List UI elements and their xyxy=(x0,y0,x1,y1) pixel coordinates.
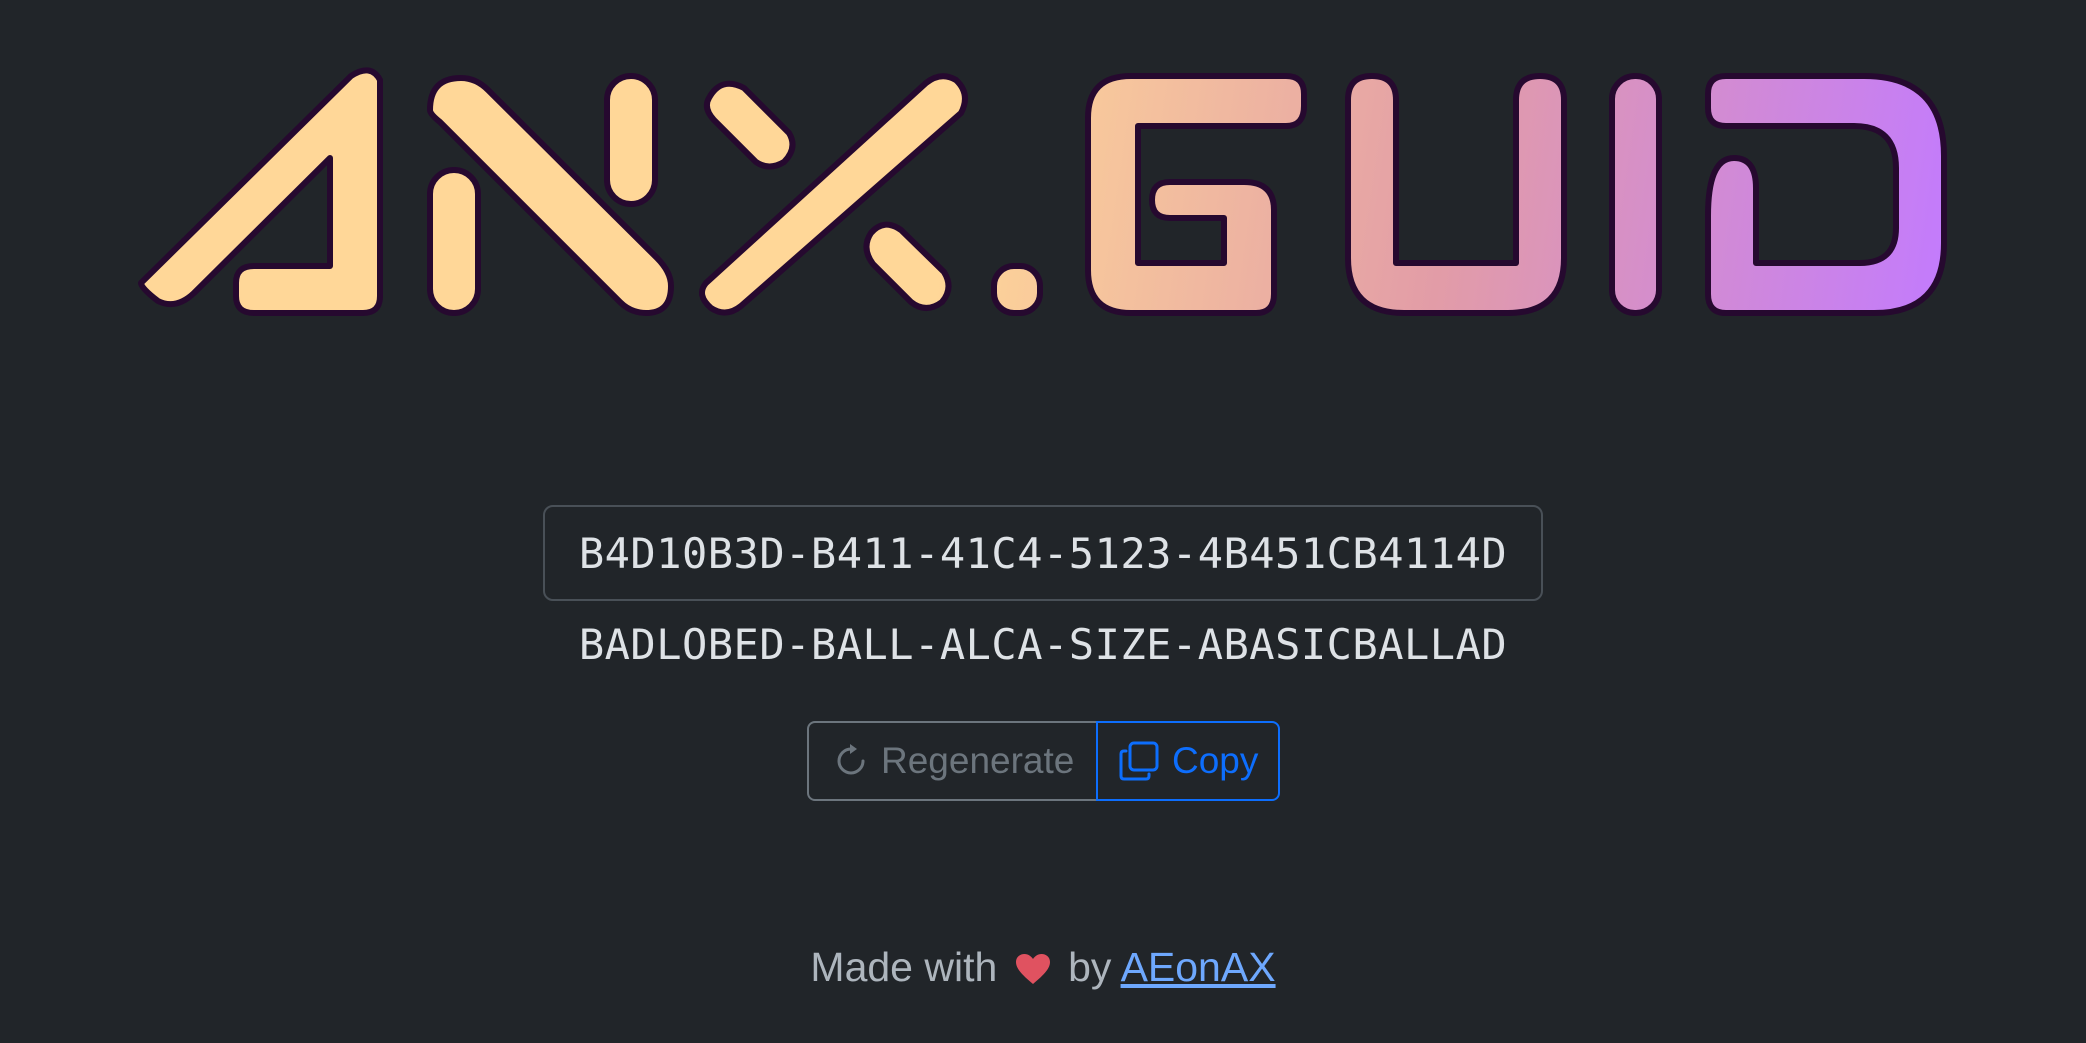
made-with-text: Made with xyxy=(810,944,998,990)
page: B4D10B3D-B411-41C4-5123-4B451CB4114D BAD… xyxy=(0,0,2086,1043)
action-button-group: Regenerate Copy xyxy=(807,721,1280,801)
guid-words: BADLOBED-BALL-ALCA-SIZE-ABASICBALLAD xyxy=(578,620,1508,669)
regenerate-button[interactable]: Regenerate xyxy=(807,721,1098,801)
regenerate-label: Regenerate xyxy=(881,740,1075,781)
heart-icon xyxy=(1015,948,1051,995)
footer: Made with by AEonAX xyxy=(0,944,2086,995)
copy-button[interactable]: Copy xyxy=(1096,721,1280,801)
guid-display[interactable]: B4D10B3D-B411-41C4-5123-4B451CB4114D xyxy=(543,505,1543,601)
author-link[interactable]: AEonAX xyxy=(1121,944,1276,990)
copy-icon xyxy=(1118,740,1160,782)
by-text: by xyxy=(1068,944,1112,990)
app-logo xyxy=(136,58,1950,326)
arrow-clockwise-icon xyxy=(833,743,869,779)
guid-value: B4D10B3D-B411-41C4-5123-4B451CB4114D xyxy=(578,528,1508,578)
copy-label: Copy xyxy=(1172,740,1259,781)
